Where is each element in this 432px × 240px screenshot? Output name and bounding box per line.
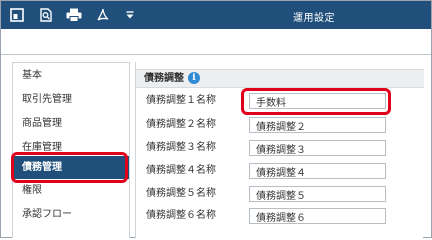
highlight-box-sidebar bbox=[11, 152, 128, 183]
title-bar: 運用設定 bbox=[1, 1, 431, 29]
highlight-box-field bbox=[241, 88, 391, 115]
field-label-5: 債務調整５名称 bbox=[146, 188, 216, 199]
field-input-2[interactable] bbox=[249, 117, 386, 133]
field-label-6: 債務調整６名称 bbox=[146, 210, 216, 221]
search-doc-icon[interactable] bbox=[37, 6, 55, 24]
field-label-2: 債務調整２名称 bbox=[146, 119, 216, 130]
sidebar-nav: 基本 取引先管理 商品管理 在庫管理 債務管理 権限 承認フロー bbox=[12, 62, 130, 238]
window-title: 運用設定 bbox=[293, 13, 335, 24]
toolbar-strip bbox=[1, 29, 431, 55]
print-icon[interactable] bbox=[65, 6, 83, 24]
section-header: 債務調整 i bbox=[136, 69, 424, 88]
info-icon[interactable]: i bbox=[188, 72, 200, 84]
field-label-4: 債務調整４名称 bbox=[146, 165, 216, 176]
field-input-3[interactable] bbox=[249, 140, 386, 156]
sidebar-item-basic[interactable]: 基本 bbox=[13, 64, 129, 87]
dropdown-caret-icon[interactable] bbox=[121, 6, 139, 24]
pdf-export-icon[interactable] bbox=[94, 6, 112, 24]
section-title: 債務調整 bbox=[144, 73, 184, 84]
home-icon[interactable] bbox=[8, 6, 26, 24]
field-input-5[interactable] bbox=[249, 186, 386, 202]
sidebar-item-customers[interactable]: 取引先管理 bbox=[13, 88, 129, 111]
field-input-6[interactable] bbox=[249, 208, 386, 224]
field-label-1: 債務調整１名称 bbox=[146, 95, 216, 106]
sidebar-item-approval-flow[interactable]: 承認フロー bbox=[13, 203, 129, 226]
field-input-4[interactable] bbox=[249, 163, 386, 179]
sidebar-item-products[interactable]: 商品管理 bbox=[13, 112, 129, 135]
field-label-3: 債務調整３名称 bbox=[146, 142, 216, 153]
